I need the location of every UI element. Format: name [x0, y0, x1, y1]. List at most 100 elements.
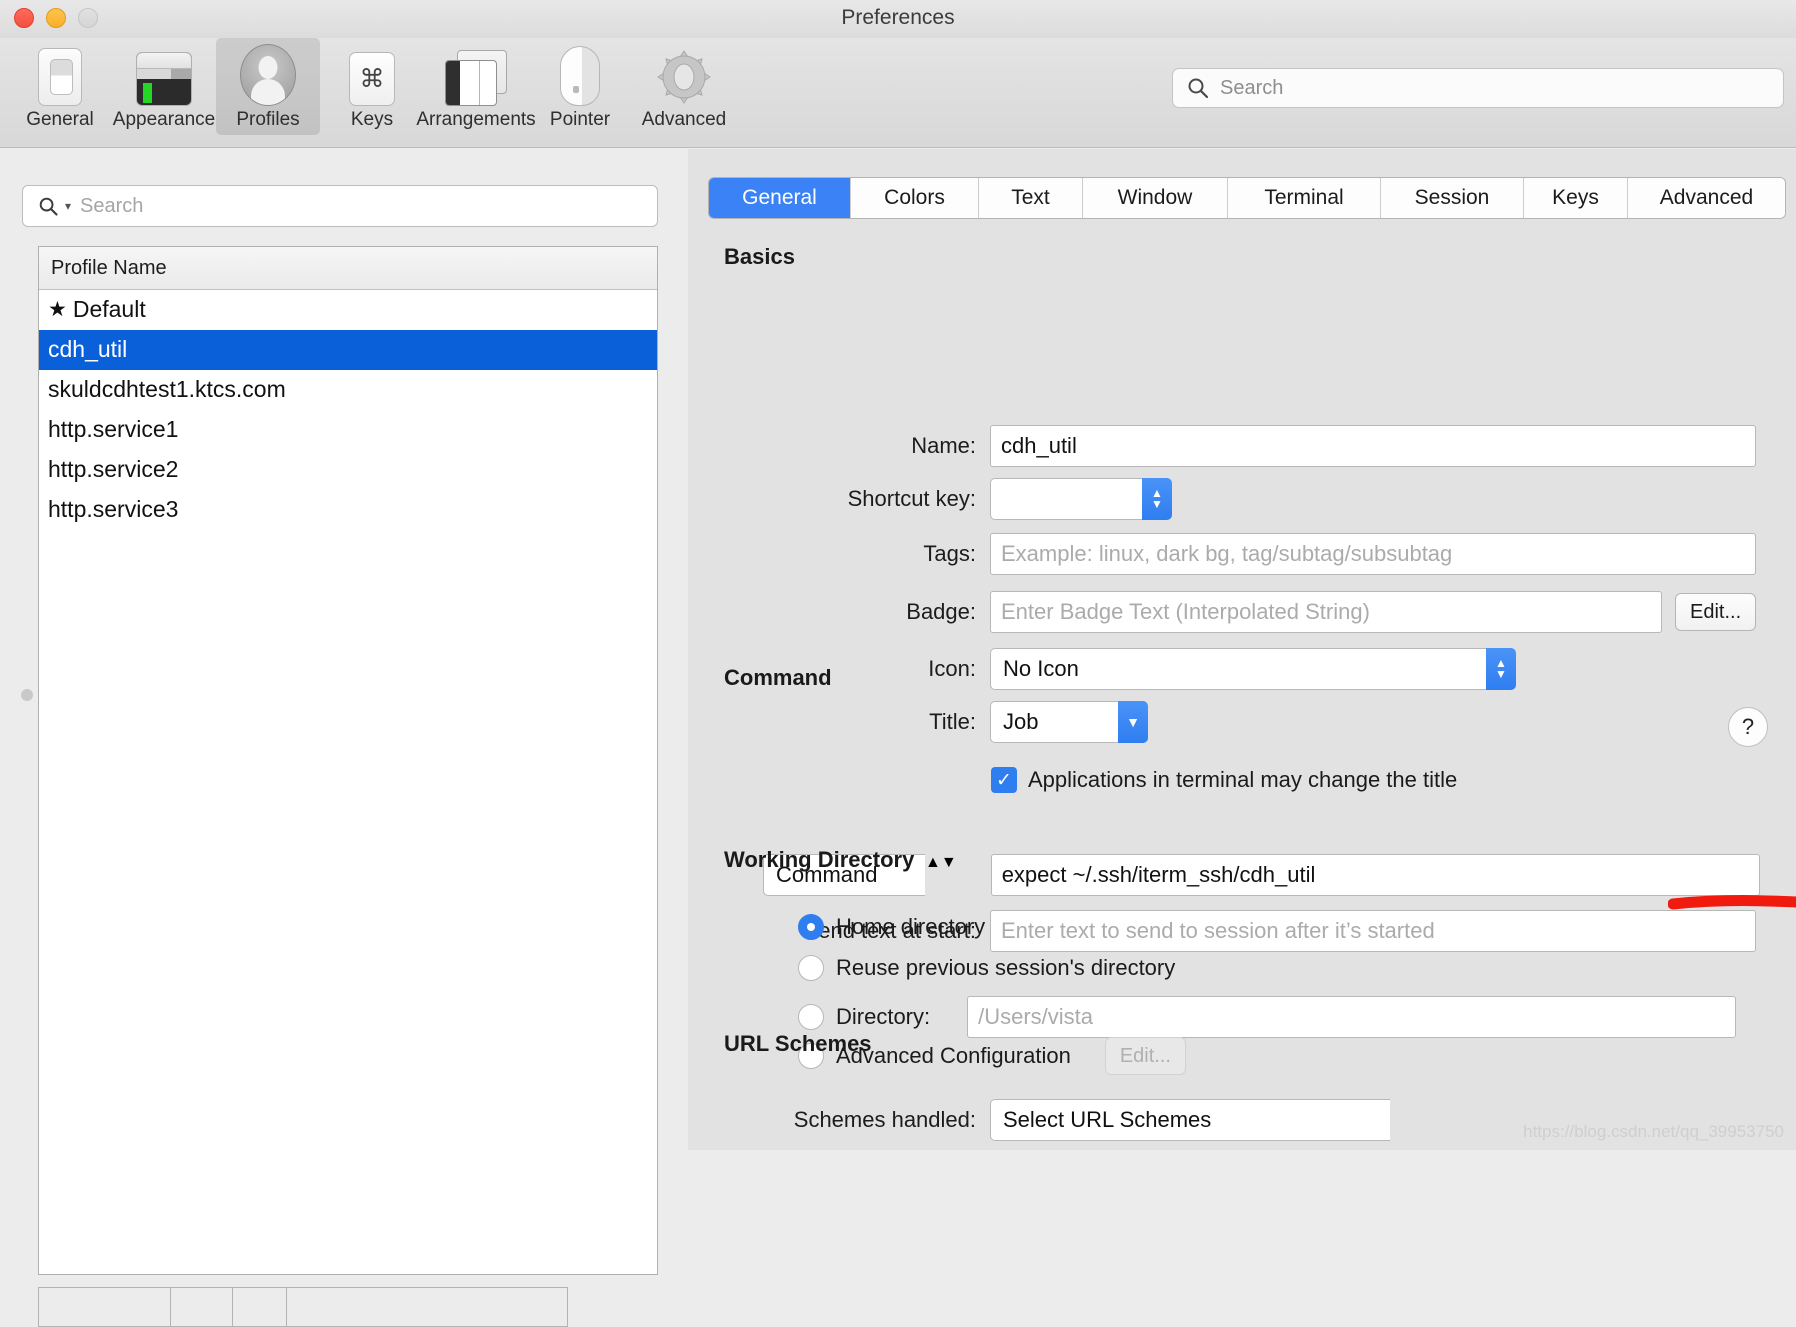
- tab-label: Session: [1414, 186, 1490, 209]
- profiles-sidebar: ▾ Search Profile Name ★ Default cdh_util…: [0, 149, 688, 1327]
- general-icon: [38, 44, 82, 106]
- stepper-arrows-icon[interactable]: ▲▼: [1486, 648, 1516, 690]
- tags-input[interactable]: Example: linux, dark bg, tag/subtag/subs…: [990, 533, 1756, 575]
- directory-input[interactable]: /Users/vista: [967, 996, 1737, 1038]
- help-button[interactable]: ?: [1728, 707, 1768, 747]
- stepper-arrows-icon[interactable]: ▲▼: [1142, 478, 1172, 520]
- badge-input[interactable]: Enter Badge Text (Interpolated String): [990, 591, 1662, 633]
- toolbar-item-general[interactable]: General: [8, 38, 112, 135]
- name-input[interactable]: cdh_util: [990, 425, 1756, 467]
- radio-label: Home directory: [836, 914, 986, 939]
- url-schemes-select[interactable]: Select URL Schemes: [990, 1099, 1390, 1141]
- tab-session[interactable]: Session: [1381, 178, 1524, 218]
- radio-unselected-icon[interactable]: [798, 955, 824, 981]
- radio-selected-icon[interactable]: [798, 914, 824, 940]
- toolbar-item-profiles[interactable]: Profiles: [216, 38, 320, 135]
- tab-colors[interactable]: Colors: [851, 178, 979, 218]
- toolbar-item-keys[interactable]: ⌘ Keys: [320, 38, 424, 135]
- pointer-icon: [560, 44, 600, 106]
- title-label: Title:: [929, 709, 976, 734]
- tab-label: Window: [1117, 186, 1193, 209]
- toolbar-item-label: Keys: [350, 109, 394, 130]
- chevron-down-icon[interactable]: ▾: [65, 199, 71, 213]
- profile-name-label: http.service3: [48, 496, 179, 522]
- tab-label: Colors: [884, 186, 945, 209]
- profile-name-label: http.service2: [48, 456, 179, 482]
- other-actions-button[interactable]: [287, 1288, 567, 1326]
- badge-edit-button[interactable]: Edit...: [1675, 593, 1757, 631]
- tab-label: Keys: [1552, 186, 1599, 209]
- radio-home-directory[interactable]: Home directory: [798, 914, 985, 940]
- section-title-url-schemes: URL Schemes: [724, 1031, 872, 1056]
- column-header-profile-name: Profile Name: [51, 256, 167, 279]
- tab-keys[interactable]: Keys: [1524, 178, 1628, 218]
- keys-icon: ⌘: [349, 44, 395, 106]
- window-titlebar: Preferences: [0, 0, 1796, 38]
- profile-settings-pane: General Colors Text Window Terminal Sess…: [688, 149, 1796, 1150]
- toolbar-item-pointer[interactable]: Pointer: [528, 38, 632, 135]
- name-label: Name:: [911, 433, 976, 458]
- toolbar-items: General x Appearance Profiles ⌘ Keys Arr…: [8, 38, 736, 135]
- section-title-command: Command: [724, 665, 832, 690]
- schemes-handled-label: Schemes handled:: [793, 1107, 976, 1132]
- shortcut-key-stepper[interactable]: ▲ ▼: [990, 478, 1172, 520]
- toolbar-item-appearance[interactable]: x Appearance: [112, 38, 216, 135]
- profile-row-default[interactable]: ★ Default: [39, 290, 657, 330]
- shortcut-key-value[interactable]: [990, 478, 1142, 520]
- profile-row-http-service2[interactable]: http.service2: [39, 450, 657, 490]
- profiles-action-bar: [38, 1287, 568, 1327]
- stepper-arrows-icon[interactable]: ▲▼: [925, 854, 957, 896]
- title-value: Job: [990, 701, 1118, 743]
- tab-label: General: [742, 186, 817, 209]
- toolbar-item-label: Advanced: [641, 109, 727, 130]
- profile-row-cdh-util[interactable]: cdh_util: [39, 330, 657, 370]
- command-value-field[interactable]: expect ~/.ssh/iterm_ssh/cdh_util: [990, 854, 1760, 896]
- tab-text[interactable]: Text: [979, 178, 1083, 218]
- preferences-toolbar: General x Appearance Profiles ⌘ Keys Arr…: [0, 38, 1796, 148]
- profile-row-http-service1[interactable]: http.service1: [39, 410, 657, 450]
- section-title-working-directory: Working Directory: [724, 847, 915, 872]
- radio-unselected-icon[interactable]: [798, 1004, 824, 1030]
- watermark-text: https://blog.csdn.net/qq_39953750: [1523, 1122, 1784, 1141]
- title-select[interactable]: Job ▼: [990, 701, 1148, 743]
- toolbar-item-arrangements[interactable]: Arrangements: [416, 38, 536, 135]
- remove-profile-button[interactable]: [171, 1288, 233, 1326]
- profile-name-label: Default: [72, 296, 146, 322]
- shortcut-key-label: Shortcut key:: [847, 486, 976, 511]
- section-title-basics: Basics: [724, 244, 795, 269]
- apps-change-title-label: Applications in terminal may change the …: [1028, 767, 1458, 792]
- profile-search-input[interactable]: ▾ Search: [22, 185, 658, 227]
- split-view-grip[interactable]: [21, 689, 33, 701]
- add-profile-button[interactable]: [39, 1288, 171, 1326]
- radio-reuse-previous-session[interactable]: Reuse previous session's directory: [798, 955, 1175, 981]
- advanced-icon: [655, 44, 713, 106]
- send-text-input[interactable]: Enter text to send to session after it’s…: [990, 910, 1756, 952]
- tab-general[interactable]: General: [709, 178, 851, 218]
- profile-search-placeholder: Search: [80, 194, 144, 217]
- tab-terminal[interactable]: Terminal: [1228, 178, 1381, 218]
- window-title: Preferences: [841, 6, 955, 29]
- toolbar-item-label: Arrangements: [416, 109, 536, 130]
- checkbox-checked-icon[interactable]: ✓: [991, 767, 1017, 793]
- profiles-icon: [240, 44, 296, 106]
- toolbar-item-advanced[interactable]: Advanced: [632, 38, 736, 135]
- toolbar-item-label: Appearance: [112, 109, 216, 130]
- icon-select[interactable]: No Icon ▲ ▼: [990, 648, 1516, 690]
- profile-row-skuldcdhtest1[interactable]: skuldcdhtest1.ktcs.com: [39, 370, 657, 410]
- star-icon: ★: [48, 298, 67, 321]
- settings-tabbar: General Colors Text Window Terminal Sess…: [708, 177, 1786, 219]
- toolbar-search-field[interactable]: Search: [1172, 68, 1784, 108]
- profile-actions-button[interactable]: [233, 1288, 287, 1326]
- tab-window[interactable]: Window: [1083, 178, 1228, 218]
- profile-name-label: cdh_util: [48, 336, 128, 362]
- apps-change-title-checkbox-row[interactable]: ✓ Applications in terminal may change th…: [991, 767, 1457, 793]
- radio-directory[interactable]: Directory: /Users/vista: [798, 996, 1737, 1038]
- profiles-table: Profile Name ★ Default cdh_util skuldcdh…: [38, 246, 658, 1275]
- tab-advanced[interactable]: Advanced: [1628, 178, 1785, 218]
- chevron-down-icon[interactable]: ▼: [1118, 701, 1148, 743]
- profile-row-http-service3[interactable]: http.service3: [39, 490, 657, 530]
- profiles-table-header[interactable]: Profile Name: [39, 247, 657, 290]
- advanced-config-edit-button[interactable]: Edit...: [1104, 1037, 1186, 1075]
- badge-label: Badge:: [906, 599, 976, 624]
- toolbar-item-label: General: [26, 109, 94, 130]
